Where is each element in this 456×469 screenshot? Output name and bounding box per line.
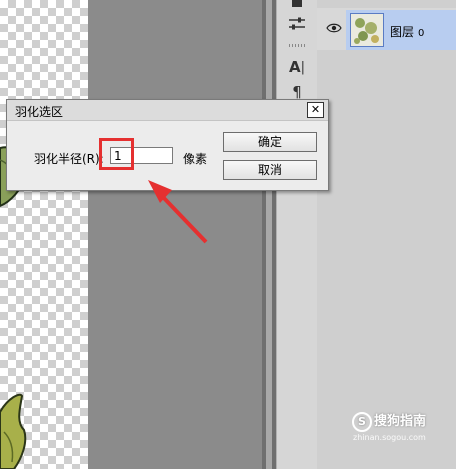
close-button[interactable]: ✕ [307, 102, 324, 118]
panel-grip-icon[interactable] [289, 44, 305, 47]
watermark-url: zhinan.sogou.com [353, 433, 426, 442]
sogou-logo-icon: S [352, 411, 372, 432]
watermark-text: 搜狗指南 [374, 414, 427, 429]
layer-selection-highlight[interactable]: 图层 0 [346, 10, 456, 50]
ok-button[interactable]: 确定 [223, 132, 317, 152]
panel-tool-strip: A | ¶ [276, 0, 318, 469]
leaf-artwork-bottom [0, 393, 27, 469]
document-canvas[interactable] [0, 0, 88, 469]
cancel-button[interactable]: 取消 [223, 160, 317, 180]
dialog-titlebar[interactable]: 羽化选区 ✕ [7, 100, 328, 121]
feather-radius-label: 羽化半径(R): [34, 152, 104, 166]
layer-thumbnail[interactable] [350, 13, 384, 47]
sogou-watermark: S 搜狗指南 [352, 410, 426, 432]
unit-label: 像素 [183, 152, 208, 166]
layer-row[interactable]: 图层 0 [317, 8, 456, 50]
dialog-title: 羽化选区 [15, 105, 64, 119]
layer-name-label: 图层 [390, 25, 415, 39]
layers-panel: 图层 0 [317, 0, 456, 469]
type-tool-icon[interactable]: A | [287, 57, 307, 77]
collapse-handle-icon[interactable] [287, 0, 307, 14]
annotation-highlight-box [99, 138, 134, 170]
layer-index: 0 [418, 28, 425, 39]
sliders-icon[interactable] [287, 14, 307, 34]
feather-selection-dialog: 羽化选区 ✕ 羽化半径(R): 1 像素 确定 取消 [6, 99, 329, 191]
canvas-area[interactable] [0, 0, 262, 469]
visibility-eye-icon[interactable] [326, 21, 342, 35]
layer-name[interactable]: 图层 0 [390, 23, 424, 40]
scrollbar-track [266, 0, 272, 469]
canvas-vertical-scrollbar[interactable] [262, 0, 276, 469]
